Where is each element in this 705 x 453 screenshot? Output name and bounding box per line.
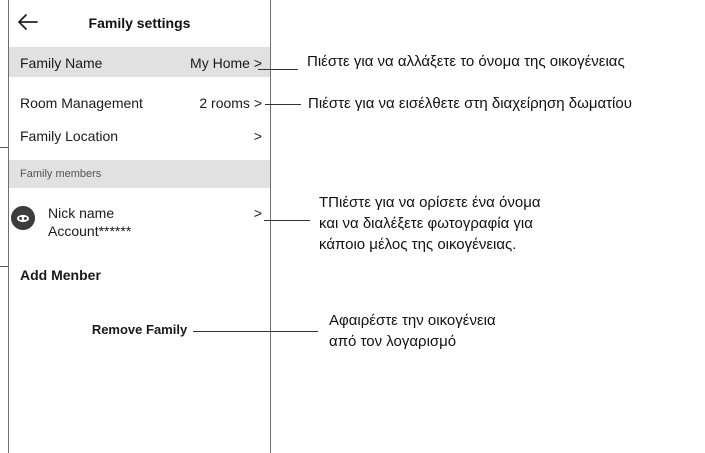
user-avatar-icon <box>11 206 35 230</box>
family-name-value: My Home > <box>190 55 262 71</box>
family-members-section-header: Family members <box>9 160 270 188</box>
room-management-label: Room Management <box>20 95 143 111</box>
add-member-button[interactable]: Add Menber <box>20 267 101 283</box>
annotation-member-line-1: ΤΠιέστε για να ορίσετε ένα όνομα <box>319 194 541 211</box>
annotation-remove-line-1: Αφαιρέστε την οικογένεια <box>329 312 496 329</box>
edge-tick <box>0 147 8 148</box>
chevron-right-icon: > <box>253 205 262 221</box>
chevron-right-icon: > <box>253 128 262 144</box>
room-count-value: 2 rooms > <box>199 95 262 111</box>
callout-line-member <box>264 220 310 221</box>
remove-family-button[interactable]: Remove Family <box>9 322 270 337</box>
family-location-label: Family Location <box>20 128 119 144</box>
annotation-member-line-3: κάποιο μέλος της οικογένειας. <box>319 236 517 253</box>
callout-line-family-name <box>258 69 298 70</box>
family-members-label: Family members <box>20 168 102 180</box>
family-location-row[interactable]: Family Location > <box>9 120 270 150</box>
member-row[interactable]: Nick name Account****** > <box>9 197 270 247</box>
member-name: Nick name <box>48 205 115 221</box>
header: Family settings <box>9 0 270 44</box>
annotation-remove-line-2: από τον λογαρισμό <box>329 333 457 350</box>
callout-line-remove-family <box>193 331 318 332</box>
page-title: Family settings <box>88 15 191 31</box>
annotation-family-name: Πιέστε για να αλλάξετε το όνομα της οικο… <box>307 53 625 70</box>
edge-tick <box>0 266 8 267</box>
phone-screen: Family settings Family Name My Home > Ro… <box>8 0 271 453</box>
family-name-label: Family Name <box>20 55 103 71</box>
annotation-room-management: Πιέστε για να εισέλθετε στη διαχείρηση δ… <box>308 95 632 112</box>
callout-line-room-management <box>265 104 301 105</box>
family-name-row[interactable]: Family Name My Home > <box>9 47 270 77</box>
member-account: Account****** <box>48 223 132 239</box>
room-management-row[interactable]: Room Management 2 rooms > <box>9 87 270 117</box>
annotation-member-line-2: και να διαλέξετε φωτογραφία για <box>319 215 533 232</box>
